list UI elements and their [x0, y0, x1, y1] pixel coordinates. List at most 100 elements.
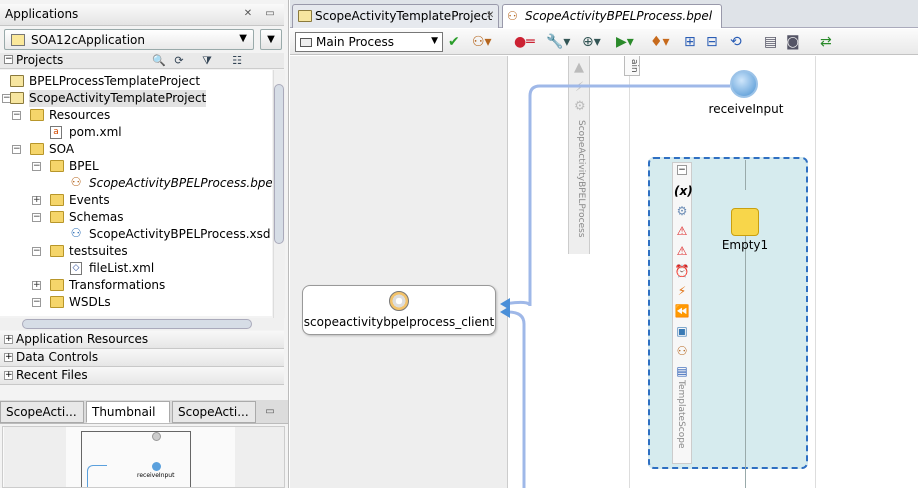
recent-files-accordion[interactable]: + Recent Files	[0, 367, 284, 385]
partner-link-client[interactable]: scopeactivitybpelprocess_client	[302, 285, 496, 335]
bpel-process-icon: ⚇	[70, 175, 82, 190]
variable-icon[interactable]: (x)	[674, 183, 693, 199]
chevron-down-icon: ▼	[431, 36, 438, 46]
empty-activity-icon[interactable]	[731, 208, 759, 236]
collapse-icon[interactable]: −	[12, 111, 21, 120]
tree-node[interactable]: − WSDLs	[32, 294, 232, 311]
print-icon[interactable]: ▤	[764, 33, 777, 51]
xml-file-icon: a	[50, 126, 62, 139]
horizontal-scroll-thumb[interactable]	[22, 319, 252, 329]
collapse-icon[interactable]: −	[32, 162, 41, 171]
fit-icon[interactable]: ⟲	[730, 33, 742, 51]
tab-thumbnail[interactable]: Thumbnail	[86, 401, 170, 423]
thumbnail-receive-label: receiveInput	[137, 472, 175, 479]
breakpoint-icon[interactable]: ●═	[514, 33, 535, 51]
fault-handler-icon[interactable]: ⚠	[674, 223, 690, 239]
tree-node[interactable]: − SOA	[12, 141, 212, 158]
correlation-icon[interactable]: ⚙	[674, 203, 690, 219]
tree-node[interactable]: ⚇ ScopeActivityBPELProcess.bpel	[70, 175, 272, 192]
vertical-scroll-thumb[interactable]	[274, 84, 284, 244]
expand-icon[interactable]: +	[32, 196, 41, 205]
applications-header: Applications ✕ ▭	[0, 4, 284, 26]
flow-line	[745, 236, 746, 488]
editor-tab-bar: ScopeActivityTemplateProject ✕ ⚇ ScopeAc…	[290, 0, 918, 28]
minimize-panel-icon[interactable]: ▭	[264, 406, 276, 418]
deploy-icon[interactable]: ⇄	[820, 33, 832, 51]
applications-title: Applications	[5, 7, 79, 21]
close-panel-icon[interactable]: ✕	[242, 8, 254, 20]
projects-label: Projects	[16, 53, 64, 67]
hierarchy-icon[interactable]: ⚇	[674, 343, 690, 359]
thumbnail-link	[87, 465, 107, 487]
folder-icon	[50, 296, 64, 308]
data-controls-accordion[interactable]: + Data Controls	[0, 349, 284, 367]
tree-node[interactable]: − Resources	[12, 107, 212, 124]
expand-icon: +	[4, 352, 13, 362]
collapse-icon[interactable]: −	[4, 55, 13, 64]
bpel-process-icon: ⚇	[507, 9, 518, 23]
tab-properties[interactable]: ScopeActi...	[172, 401, 256, 423]
search-icon[interactable]: 🔍	[152, 54, 166, 67]
collapse-scope-icon[interactable]: −	[677, 165, 687, 175]
tree-node[interactable]: − Schemas	[32, 209, 232, 226]
tree-node[interactable]: a pom.xml	[50, 124, 210, 141]
variable-icon[interactable]: ♦▾	[650, 33, 670, 51]
catch-all-icon[interactable]: ⚠	[674, 243, 690, 259]
receive-activity-label: receiveInput	[708, 102, 784, 116]
collapse-icon[interactable]: −	[32, 213, 41, 222]
application-resources-accordion[interactable]: + Application Resources	[0, 331, 284, 349]
link-to-client	[507, 310, 526, 488]
event-icon[interactable]: ⚡	[674, 283, 690, 299]
export-icon[interactable]: ▤	[674, 363, 690, 379]
scope-label: TemplateScope	[676, 380, 686, 449]
application-selector[interactable]: SOA12cApplication ▼	[4, 29, 254, 50]
tree-node[interactable]: ⚇ ScopeActivityBPELProcess.xsd	[70, 226, 272, 243]
process-selector[interactable]: Main Process ▼	[295, 32, 443, 52]
tab-scopeactivitybpelprocess[interactable]: ⚇ ScopeActivityBPELProcess.bpel	[502, 4, 722, 28]
chevron-down-icon: ▼	[267, 34, 275, 45]
tab-scopeactivitytemplateproject[interactable]: ScopeActivityTemplateProject ✕	[292, 4, 499, 28]
tools-icon[interactable]: 🔧▾	[546, 33, 570, 51]
alarm-icon[interactable]: ⏰	[674, 263, 690, 279]
collapse-icon[interactable]: −	[32, 298, 41, 307]
expand-icon[interactable]: +	[32, 281, 41, 290]
thumbnail-lane	[235, 427, 284, 487]
camera-icon[interactable]: ◙	[786, 33, 800, 51]
compensation-icon[interactable]: ⏪	[674, 303, 690, 319]
working-set-icon[interactable]: ☷	[230, 54, 244, 67]
projects-header: − Projects 🔍 ⟳ ⧩ ☷	[0, 53, 284, 69]
collapse-icon[interactable]: −	[12, 145, 21, 154]
minimize-panel-icon[interactable]: ▭	[264, 8, 276, 20]
zoom-out-icon[interactable]: ⊟	[706, 33, 718, 51]
image-icon[interactable]: ▣	[674, 323, 690, 339]
tree-node[interactable]: − testsuites	[32, 243, 232, 260]
collapse-icon[interactable]: −	[32, 247, 41, 256]
partner-links-lane	[290, 56, 507, 488]
flow-icon[interactable]: ▶▾	[616, 33, 634, 51]
filter-icon[interactable]: ⧩	[200, 54, 214, 67]
tree-node[interactable]: + Events	[32, 192, 232, 209]
validate-icon[interactable]: ✔	[448, 33, 460, 51]
arrowhead-icon	[500, 306, 510, 318]
tree-node[interactable]: − BPEL	[32, 158, 232, 175]
hierarchy-icon[interactable]: ⚇▾	[472, 33, 492, 51]
expand-icon: +	[4, 370, 13, 380]
binoculars-icon[interactable]: ⊕▾	[582, 33, 601, 51]
receive-activity-icon[interactable]	[730, 70, 758, 98]
folder-icon	[50, 245, 64, 257]
tree-node[interactable]: BPELProcessTemplateProject	[0, 73, 272, 90]
close-tab-icon[interactable]: ✕	[486, 11, 494, 21]
zoom-in-icon[interactable]: ⊞	[684, 33, 696, 51]
refresh-icon[interactable]: ⟳	[172, 54, 186, 67]
empty-activity-label: Empty1	[721, 238, 769, 252]
folder-icon	[50, 211, 64, 223]
tab-structure[interactable]: ScopeActi...	[0, 401, 84, 423]
tree-node[interactable]: − ScopeActivityTemplateProject	[0, 90, 207, 107]
folder-icon	[50, 279, 64, 291]
project-folder-icon	[298, 10, 312, 22]
application-menu-button[interactable]: ▼	[260, 29, 282, 50]
thumbnail-view[interactable]: receiveInput	[2, 426, 285, 488]
tree-node[interactable]: ◇ fileList.xml	[70, 260, 270, 277]
project-tree: BPELProcessTemplateProject − ScopeActivi…	[0, 70, 272, 316]
tree-node[interactable]: + Transformations	[32, 277, 232, 294]
